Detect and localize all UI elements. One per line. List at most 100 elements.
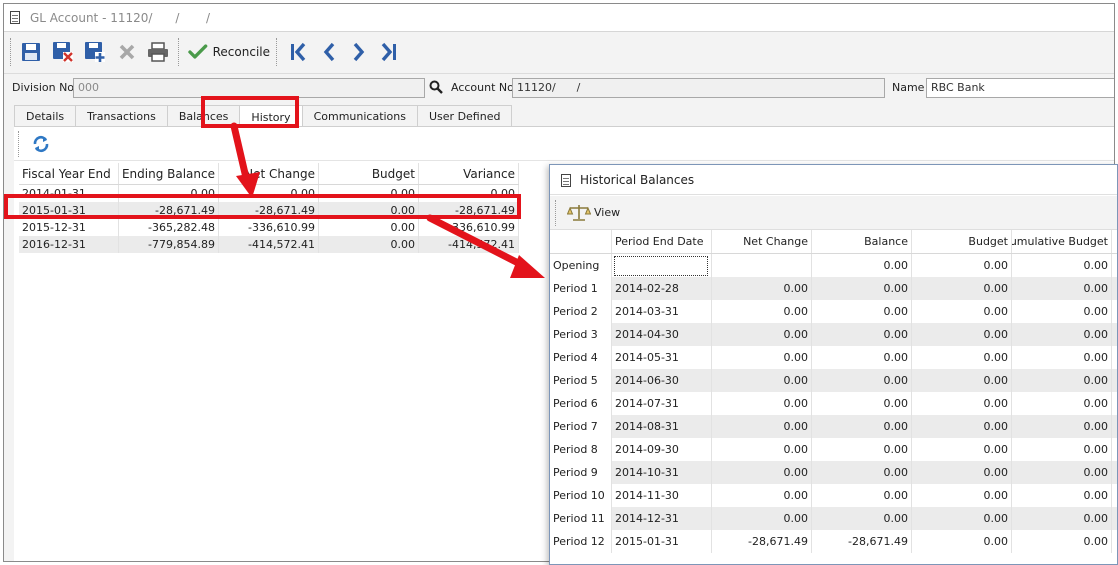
sort-caret-icon: ^ [463,163,471,170]
column-header[interactable]: Budget [319,163,419,184]
table-row[interactable]: Period 9 2014-10-31 0.00 0.00 0.00 0.00 [550,461,1117,484]
column-header[interactable]: Balance [812,230,912,253]
column-header[interactable]: Ending Balance [119,163,219,184]
row-header: Period 12 [550,530,612,553]
table-cell: 0.00 [712,300,812,323]
tab-balances[interactable]: Balances [166,105,241,127]
row-header: Period 1 [550,277,612,300]
table-cell: 0.00 [712,438,812,461]
table-cell: 0.00 [812,323,912,346]
table-cell: 0.00 [912,369,1012,392]
table-row[interactable]: 2016-12-31 -779,854.89 -414,572.41 0.00 … [19,236,519,253]
tab-label: Balances [178,110,229,123]
save-button[interactable] [18,39,44,65]
table-row[interactable]: 2015-01-31 -28,671.49 -28,671.49 0.00 -2… [19,202,519,219]
table-cell: 0.00 [912,415,1012,438]
checkmark-icon [188,44,208,59]
row-header: Period 3 [550,323,612,346]
main-toolbar: Reconcile [4,32,1114,74]
table-row[interactable]: Period 5 2014-06-30 0.00 0.00 0.00 0.00 [550,369,1117,392]
history-grid-header: Fiscal Year End Ending Balance Net Chang… [19,163,519,185]
dialog-title: Historical Balances [580,173,695,187]
table-cell: 0.00 [812,277,912,300]
table-row[interactable]: Period 10 2014-11-30 0.00 0.00 0.00 0.00 [550,484,1117,507]
column-header[interactable]: Net Change [219,163,319,184]
column-header[interactable]: Budget [912,230,1012,253]
table-row[interactable]: Period 3 2014-04-30 0.00 0.00 0.00 0.00 [550,323,1117,346]
tab-history[interactable]: History [239,105,303,128]
table-cell: 0.00 [912,438,1012,461]
tab-details[interactable]: Details [14,105,77,127]
table-cell: -28,671.49 [712,530,812,553]
table-row[interactable]: Period 2 2014-03-31 0.00 0.00 0.00 0.00 [550,300,1117,323]
table-cell: 0.00 [812,507,912,530]
column-header[interactable]: Cumulative Budget [1012,230,1112,253]
document-icon [10,11,20,24]
table-cell: 2014-07-31 [612,392,712,415]
table-row[interactable]: 2015-12-31 -365,282.48 -336,610.99 0.00 … [19,219,519,236]
row-header: Period 2 [550,300,612,323]
save-close-button[interactable] [50,39,76,65]
table-cell: -28,671.49 [419,202,519,219]
table-cell: 0.00 [912,323,1012,346]
table-cell: 0.00 [1012,461,1112,484]
table-cell: 0.00 [912,530,1012,553]
column-header[interactable]: ^ Variance [419,163,519,184]
table-cell: 0.00 [712,507,812,530]
toolbar-separator [555,200,557,226]
division-field[interactable]: 000 [73,78,425,98]
table-cell: 0.00 [712,277,812,300]
save-new-button[interactable] [82,39,108,65]
tab-communications[interactable]: Communications [301,105,418,127]
table-row[interactable]: Period 4 2014-05-31 0.00 0.00 0.00 0.00 [550,346,1117,369]
table-row[interactable]: 2014-01-31 0.00 0.00 0.00 0.00 [19,185,519,202]
refresh-button[interactable] [32,135,50,156]
table-row[interactable]: Period 6 2014-07-31 0.00 0.00 0.00 0.00 [550,392,1117,415]
table-cell: -28,671.49 [119,202,219,219]
search-button[interactable] [429,80,443,97]
delete-button[interactable] [114,39,140,65]
window-titlebar: GL Account - 11120/ / / [4,4,1114,32]
table-cell: 0.00 [419,185,519,202]
table-cell: -365,282.48 [119,219,219,236]
table-cell: 0.00 [319,219,419,236]
tab-label: User Defined [429,110,501,123]
column-header[interactable]: Net Change [712,230,812,253]
next-record-button[interactable] [346,39,372,65]
print-button[interactable] [145,39,171,65]
table-cell[interactable] [612,254,712,277]
table-cell: 0.00 [812,484,912,507]
row-header: Period 11 [550,507,612,530]
table-cell: 2014-12-31 [612,507,712,530]
tab-transactions[interactable]: Transactions [75,105,168,127]
table-row[interactable]: Period 7 2014-08-31 0.00 0.00 0.00 0.00 [550,415,1117,438]
account-field[interactable]: 11120/ / [512,78,885,98]
table-row[interactable]: Opening 0.00 0.00 0.00 [550,254,1117,277]
table-row[interactable]: Period 1 2014-02-28 0.00 0.00 0.00 0.00 [550,277,1117,300]
tab-label: Communications [313,110,406,123]
previous-record-button[interactable] [316,39,342,65]
dialog-titlebar: Historical Balances [550,165,1117,195]
table-cell [712,254,812,277]
next-record-icon [353,42,365,62]
historical-balances-dialog: Historical Balances View Period End Date… [549,164,1118,565]
table-cell: 0.00 [712,461,812,484]
table-cell: 0.00 [319,236,419,253]
column-header[interactable]: Fiscal Year End [19,163,119,184]
reconcile-button[interactable]: Reconcile [188,39,270,65]
tab-user-defined[interactable]: User Defined [417,105,513,127]
table-cell: 0.00 [1012,254,1112,277]
document-icon [561,174,571,187]
view-button[interactable] [566,204,592,225]
table-row[interactable]: Period 12 2015-01-31 -28,671.49 -28,671.… [550,530,1117,553]
table-cell: 0.00 [712,369,812,392]
first-record-button[interactable] [285,39,311,65]
table-row[interactable]: Period 11 2014-12-31 0.00 0.00 0.00 0.00 [550,507,1117,530]
last-record-button[interactable] [376,39,402,65]
toolbar-separator [10,38,12,66]
table-cell: 2014-08-31 [612,415,712,438]
column-header[interactable]: Period End Date [612,230,712,253]
grid-header: Period End Date Net Change Balance Budge… [550,230,1117,254]
name-field[interactable]: RBC Bank [926,78,1114,98]
table-row[interactable]: Period 8 2014-09-30 0.00 0.00 0.00 0.00 [550,438,1117,461]
